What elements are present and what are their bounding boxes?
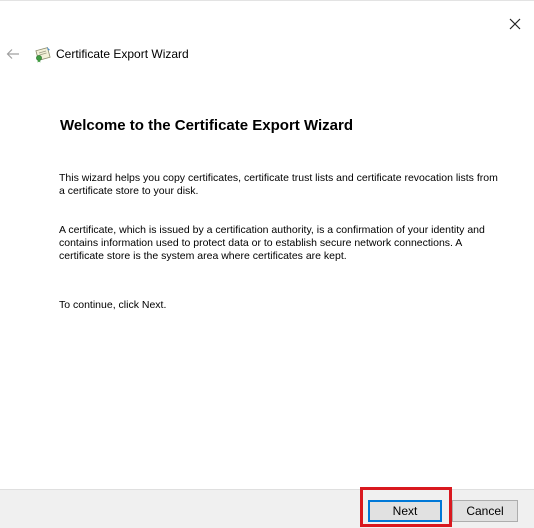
wizard-title: Certificate Export Wizard (56, 47, 189, 61)
back-button[interactable] (4, 45, 22, 63)
certificate-icon (35, 47, 51, 63)
close-icon (509, 18, 521, 30)
certificate-description-paragraph: A certificate, which is issued by a cert… (59, 224, 485, 262)
welcome-heading: Welcome to the Certificate Export Wizard (60, 117, 353, 134)
button-bar: Next Cancel (0, 489, 534, 528)
continue-instruction: To continue, click Next. (59, 299, 167, 311)
wizard-window: Certificate Export Wizard Welcome to the… (0, 0, 534, 528)
wizard-header: Certificate Export Wizard (0, 39, 534, 69)
cancel-button[interactable]: Cancel (452, 500, 518, 522)
intro-paragraph: This wizard helps you copy certificates,… (59, 172, 498, 197)
back-arrow-icon (6, 49, 19, 59)
next-button[interactable]: Next (368, 500, 442, 522)
close-button[interactable] (500, 11, 530, 37)
